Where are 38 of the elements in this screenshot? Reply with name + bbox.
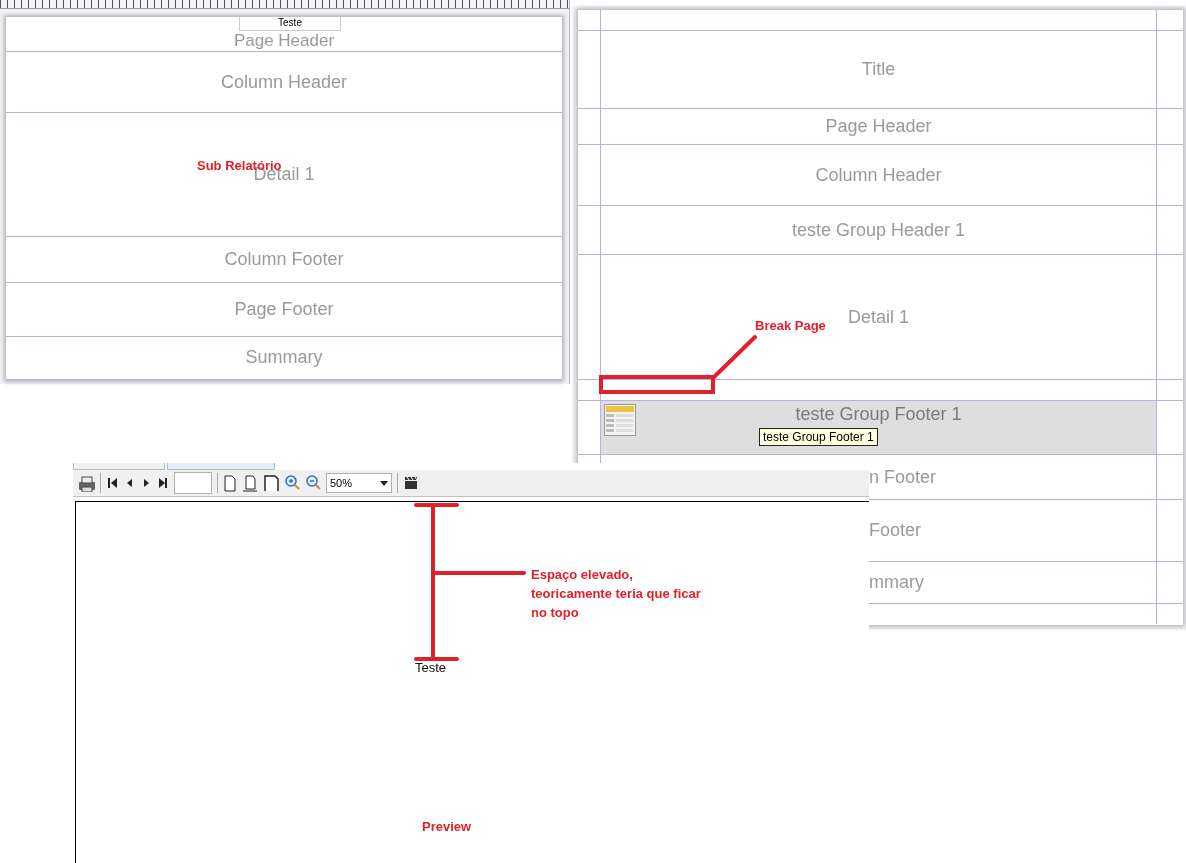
zoom-in-icon[interactable]	[284, 474, 300, 492]
band-label: teste Group Footer 1	[795, 404, 962, 425]
band-label: Column Header	[815, 164, 942, 186]
band-label: Column Footer	[224, 248, 344, 270]
report-band[interactable]: Page Header	[600, 109, 1157, 144]
annotation-text: Break Page	[755, 317, 826, 335]
band-label: Detail 1	[848, 306, 909, 328]
report-band[interactable]: Title	[600, 31, 1157, 108]
page-icon[interactable]	[223, 474, 237, 492]
annotation-text: Espaço elevado, teoricamente teria que ficar no topo	[531, 566, 701, 622]
page-number-field[interactable]	[174, 472, 212, 494]
band-label: teste Group Header 1	[791, 219, 966, 241]
band-label: Summary	[245, 347, 323, 369]
report-band[interactable]: Column Header	[600, 145, 1157, 205]
band-label: Page Footer	[234, 298, 334, 320]
band-label: Page Header	[825, 116, 932, 137]
full-page-icon[interactable]	[263, 474, 279, 492]
report-band[interactable]	[600, 380, 1157, 400]
print-icon[interactable]	[77, 474, 95, 492]
band-label: mmary	[869, 572, 924, 593]
band-label: n Footer	[869, 466, 937, 488]
table-icon[interactable]	[604, 404, 636, 436]
report-band[interactable]: teste Group Header 1	[600, 206, 1157, 254]
selected-band[interactable]: teste Group Footer 1 teste Group Footer 1	[600, 401, 1157, 454]
page-width-icon[interactable]	[242, 474, 258, 492]
zoom-dropdown[interactable]: 50%	[326, 473, 392, 493]
annotation-text: Preview	[422, 818, 472, 836]
band-label: Footer	[869, 520, 922, 541]
clapperboard-icon[interactable]	[403, 474, 419, 492]
band-label: Column Header	[220, 71, 348, 93]
band-label: Title	[861, 59, 896, 80]
tooltip: teste Group Footer 1	[759, 428, 878, 446]
zoom-out-icon[interactable]	[305, 474, 321, 492]
text-field[interactable]: Teste	[239, 17, 341, 31]
report-text: Teste	[415, 660, 447, 675]
leader-line	[712, 335, 757, 379]
band-label: Page Header	[233, 31, 335, 52]
caret-icon	[380, 480, 388, 486]
